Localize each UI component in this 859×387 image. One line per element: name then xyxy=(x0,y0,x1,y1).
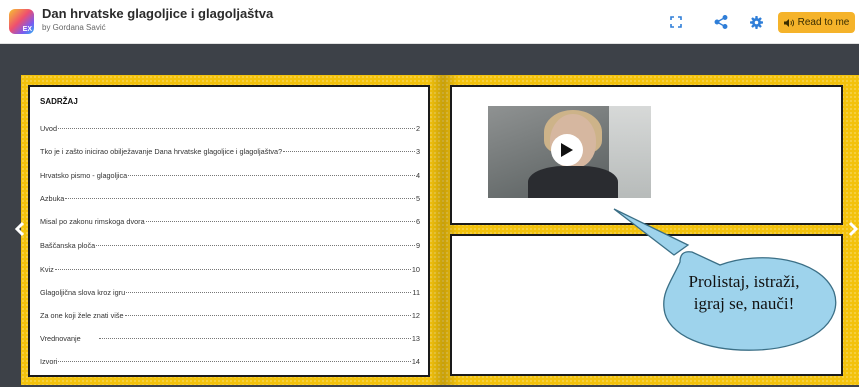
toc-leader-dots xyxy=(58,361,411,362)
book-author: by Gordana Savić xyxy=(42,23,106,32)
toc-heading: SADRŽAJ xyxy=(40,97,78,106)
read-to-me-label: Read to me xyxy=(797,17,850,28)
toc-item-page: 5 xyxy=(415,194,420,203)
toc-item-label: Za one koji žele znati više xyxy=(40,311,124,320)
toc-item-label: Kviz xyxy=(40,265,54,274)
toc-item-page: 3 xyxy=(415,147,420,156)
toc-item[interactable]: Hrvatsko pismo - glagoljica 4 xyxy=(40,171,420,181)
toc-item-label: Tko je i zašto inicirao obilježavanje Da… xyxy=(40,147,283,156)
next-page-button[interactable] xyxy=(848,218,859,240)
speech-bubble-tail xyxy=(613,208,690,256)
play-icon xyxy=(561,143,573,157)
toc-item[interactable]: Za one koji žele znati više 12 xyxy=(40,311,420,321)
prev-page-button[interactable] xyxy=(11,218,27,240)
toc-item-page: 12 xyxy=(411,311,420,320)
video-person-body xyxy=(528,166,618,198)
toc-item-page: 6 xyxy=(415,217,420,226)
toc-item-page: 2 xyxy=(415,124,420,133)
toc-leader-dots xyxy=(145,221,415,222)
settings-icon[interactable] xyxy=(747,13,765,31)
toc-item[interactable]: Kviz 10 xyxy=(40,265,420,275)
fullscreen-icon[interactable] xyxy=(667,13,685,31)
toc-item-page: 4 xyxy=(415,171,420,180)
toc-item-page: 9 xyxy=(415,241,420,250)
speech-bubble-line-2: igraj se, nauči! xyxy=(693,294,795,313)
chevron-right-icon xyxy=(848,221,859,237)
page-table-of-contents: SADRŽAJ Uvod 2 Tko je i zašto inicirao ob… xyxy=(28,85,430,377)
toc-item[interactable]: Baščanska ploča 9 xyxy=(40,241,420,251)
toc-item-page: 10 xyxy=(411,265,420,274)
read-to-me-button[interactable]: Read to me xyxy=(778,12,855,33)
logo-badge: EX xyxy=(22,26,32,33)
speech-bubble-text: Prolistaj, istraži, igraj se, nauči! xyxy=(652,271,836,315)
toc-leader-dots xyxy=(54,269,411,270)
toc-leader-dots xyxy=(98,338,411,339)
toc-item-label: Baščanska ploča xyxy=(40,241,96,250)
toc-item[interactable]: Vrednovanje 13 xyxy=(40,334,420,344)
toc-item-label: Vrednovanje xyxy=(40,334,81,343)
toc-item-page: 14 xyxy=(411,357,420,366)
toc-item[interactable]: Tko je i zašto inicirao obilježavanje Da… xyxy=(40,147,420,157)
toc-item[interactable]: Uvod 2 xyxy=(40,124,420,134)
chevron-left-icon xyxy=(14,221,24,237)
speaker-icon xyxy=(783,18,794,27)
toc-item[interactable]: Azbuka 5 xyxy=(40,194,420,204)
toc-item-page: 11 xyxy=(412,288,420,297)
play-button[interactable] xyxy=(551,134,583,166)
toc-item-label: Azbuka xyxy=(40,194,65,203)
toc-item-label: Izvori xyxy=(40,357,58,366)
toc-leader-dots xyxy=(283,151,415,152)
toc-item-label: Uvod xyxy=(40,124,58,133)
toc-item[interactable]: Misal po zakonu rimskoga dvora 6 xyxy=(40,217,420,227)
share-icon[interactable] xyxy=(712,13,730,31)
toc-leader-dots xyxy=(65,198,415,199)
toc-item[interactable]: Izvori 14 xyxy=(40,357,420,367)
toc-item-label: Misal po zakonu rimskoga dvora xyxy=(40,217,145,226)
toc-leader-dots xyxy=(58,128,415,129)
app-logo[interactable]: EX xyxy=(9,9,34,34)
toc-item-label: Hrvatsko pismo - glagoljica xyxy=(40,171,128,180)
toc-item-label: Glagoljična slova kroz igru xyxy=(40,288,126,297)
toc-item-page: 13 xyxy=(411,334,420,343)
top-bar: EX Dan hrvatske glagoljice i glagoljaštv… xyxy=(0,0,859,44)
book-title: Dan hrvatske glagoljice i glagoljaštva xyxy=(42,6,274,21)
speech-bubble-line-1: Prolistaj, istraži, xyxy=(688,272,800,291)
toc-leader-dots xyxy=(126,292,412,293)
toc-leader-dots xyxy=(124,315,411,316)
toc-leader-dots xyxy=(96,245,415,246)
toc-leader-dots xyxy=(128,175,415,176)
toc-item[interactable]: Glagoljična slova kroz igru 11 xyxy=(40,288,420,298)
